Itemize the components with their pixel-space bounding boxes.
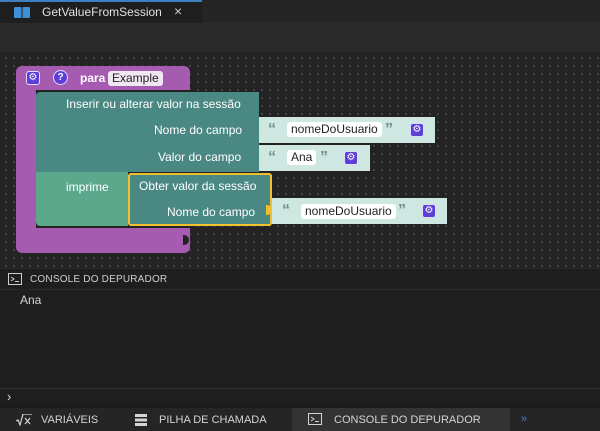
console-output-line: Ana xyxy=(20,293,42,307)
prompt-chevron-icon: › xyxy=(7,389,12,404)
debug-console-title: CONSOLE DO DEPURADOR xyxy=(30,274,168,285)
terminal-icon xyxy=(8,273,22,285)
close-quote-icon: ” xyxy=(385,121,393,138)
more-tabs-icon[interactable]: » xyxy=(521,413,527,425)
debug-console-header: CONSOLE DO DEPURADOR xyxy=(0,268,600,290)
procedure-help-icon[interactable]: ? xyxy=(53,70,68,85)
close-quote-icon: ” xyxy=(320,149,328,166)
stack-icon xyxy=(135,414,147,426)
session-key-field[interactable]: nomeDoUsuario xyxy=(301,204,396,219)
procedure-gear-icon[interactable]: ⚙ xyxy=(26,71,40,85)
tab-debug-console[interactable]: CONSOLE DO DEPURADOR xyxy=(292,408,510,431)
string-gear-icon[interactable]: ⚙ xyxy=(410,123,424,137)
tab-label: VARIÁVEIS xyxy=(41,414,99,426)
editor-tab-bar: GetValueFromSession × xyxy=(0,0,600,23)
open-quote-icon: “ xyxy=(268,121,276,138)
procedure-keyword: para xyxy=(80,71,106,85)
set-session-value-label: Valor do campo xyxy=(158,150,242,164)
tab-label: GetValueFromSession xyxy=(42,5,162,19)
blocks-file-icon xyxy=(14,7,30,18)
close-icon[interactable]: × xyxy=(174,3,182,19)
session-value-field[interactable]: Ana xyxy=(287,150,317,165)
open-quote-icon: “ xyxy=(268,149,276,166)
tab-variables[interactable]: VARIÁVEIS xyxy=(0,408,120,431)
session-key-field[interactable]: nomeDoUsuario xyxy=(287,122,382,137)
bottom-panel-tabs: VARIÁVEIS PILHA DE CHAMADA CONSOLE DO DE… xyxy=(0,407,600,431)
get-session-title: Obter valor da sessão xyxy=(139,179,257,193)
blocks-canvas[interactable]: ⚙ ? para Example Inserir ou alterar valo… xyxy=(0,52,600,268)
get-session-name-label: Nome do campo xyxy=(167,205,256,219)
console-input[interactable]: › xyxy=(0,388,600,408)
tab-call-stack[interactable]: PILHA DE CHAMADA xyxy=(120,408,292,431)
set-session-name-label: Nome do campo xyxy=(154,123,243,137)
editor-toolbar xyxy=(0,23,600,53)
open-quote-icon: “ xyxy=(282,202,290,219)
print-label: imprime xyxy=(66,180,109,194)
string-gear-icon[interactable]: ⚙ xyxy=(422,204,436,218)
tab-label: PILHA DE CHAMADA xyxy=(159,414,267,426)
terminal-icon xyxy=(308,413,322,425)
tab-getvaluefromsession[interactable]: GetValueFromSession × xyxy=(0,0,202,23)
string-gear-icon[interactable]: ⚙ xyxy=(344,151,358,165)
function-icon xyxy=(16,414,32,426)
set-session-title: Inserir ou alterar valor na sessão xyxy=(66,97,241,111)
close-quote-icon: ” xyxy=(398,202,406,219)
procedure-name-field[interactable]: Example xyxy=(108,71,163,86)
tab-label: CONSOLE DO DEPURADOR xyxy=(334,414,481,426)
